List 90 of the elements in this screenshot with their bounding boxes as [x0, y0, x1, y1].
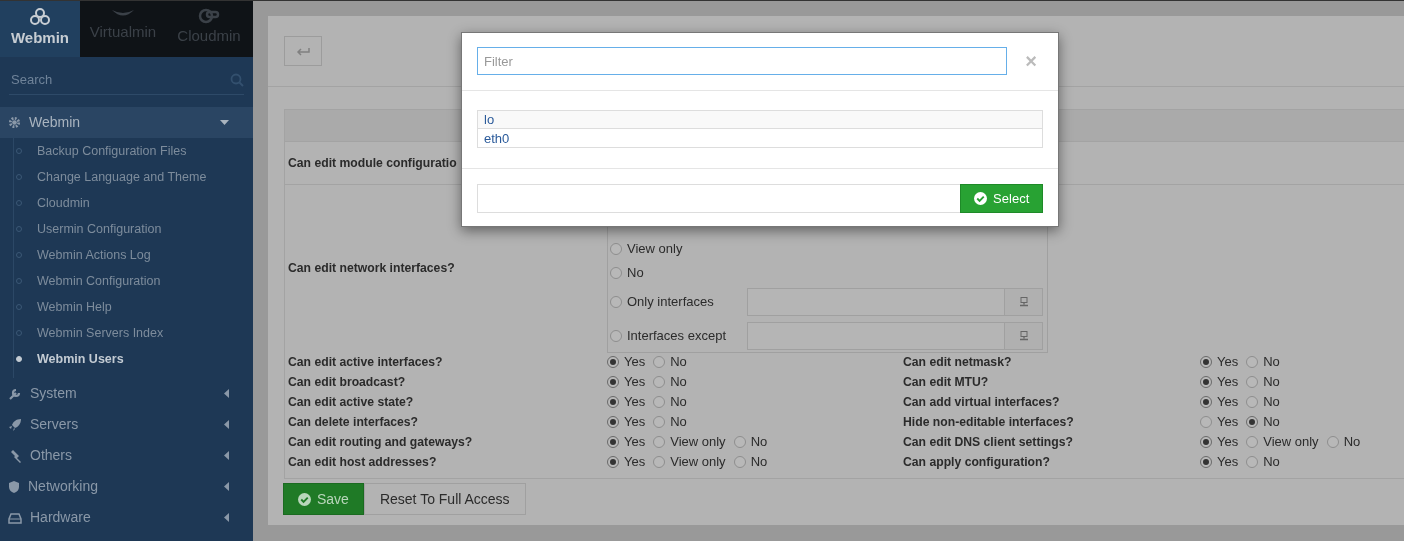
sidebar-category[interactable]: Servers [0, 409, 253, 440]
check-circle-icon [298, 492, 311, 506]
radio-option[interactable]: View only [653, 452, 726, 472]
drive-icon [8, 511, 22, 524]
radio-option[interactable]: No [1246, 392, 1280, 412]
field-label: Can edit netmask? [902, 355, 1012, 370]
field-label: Can delete interfaces? [287, 415, 419, 430]
field-label: Can edit active interfaces? [287, 355, 443, 370]
list-item[interactable]: lo [477, 110, 1043, 129]
save-button[interactable]: Save [283, 483, 364, 515]
radio-option[interactable]: View only [1246, 432, 1319, 452]
radio-option[interactable]: Yes [607, 412, 646, 432]
field-label: Can edit MTU? [902, 375, 989, 390]
filter-field[interactable]: Filter [477, 47, 1008, 75]
sidebar-category[interactable]: Hardware [0, 502, 253, 533]
caret-left-icon [224, 389, 229, 398]
wrench-icon [8, 386, 22, 401]
radio-option[interactable]: Interfaces except [610, 326, 739, 346]
sidebar-item[interactable]: Webmin Help [0, 294, 253, 320]
reset-button[interactable]: Reset To Full Access [363, 483, 526, 515]
network-icon [1018, 297, 1029, 307]
sidebar-item[interactable]: Cloudmin [0, 190, 253, 216]
back-arrow-icon [296, 47, 310, 58]
sidebar-item[interactable]: Usermin Configuration [0, 216, 253, 242]
interface-picker[interactable] [747, 288, 1043, 316]
radio-option[interactable]: No [733, 452, 768, 472]
gear-icon [8, 116, 21, 129]
caret-left-icon [224, 451, 229, 460]
field-label: Can edit network interfaces? [287, 260, 456, 278]
field-label: Can apply configuration? [902, 455, 1050, 470]
radio-option[interactable]: Only interfaces [610, 292, 739, 312]
sidebar-item[interactable]: Webmin Users [0, 346, 253, 372]
radio-option[interactable]: Yes [1200, 412, 1239, 432]
sidebar-category[interactable]: Others [0, 440, 253, 471]
radio-option[interactable]: No [1246, 412, 1280, 432]
list-item[interactable]: eth0 [477, 129, 1043, 148]
radio-option[interactable]: No [1246, 352, 1280, 372]
interface-picker[interactable] [747, 322, 1043, 350]
sidebar-category[interactable]: System [0, 378, 253, 409]
sidebar-item[interactable]: Webmin Actions Log [0, 242, 253, 268]
radio-option[interactable]: No [1246, 452, 1280, 472]
field-label: Can add virtual interfaces? [902, 395, 1060, 410]
radio-option[interactable]: No [653, 352, 687, 372]
search-icon [230, 72, 244, 87]
network-icon [1018, 331, 1029, 341]
radio-option[interactable]: Yes [607, 392, 646, 412]
logo-icon [197, 7, 221, 25]
radio-option[interactable]: Yes [1200, 452, 1239, 472]
radio-option[interactable]: Yes [1200, 372, 1239, 392]
sidebar-item[interactable]: Webmin Configuration [0, 268, 253, 294]
caret-left-icon [224, 420, 229, 429]
shield-icon [8, 479, 20, 494]
search-field[interactable]: Search [9, 68, 230, 91]
radio-option[interactable]: Yes [607, 432, 646, 452]
radio-option[interactable]: No [1326, 432, 1361, 452]
radio-option[interactable]: Yes [1200, 432, 1239, 452]
back-button[interactable] [284, 36, 322, 66]
radio-option[interactable]: View only [610, 239, 739, 259]
selection-field[interactable] [477, 184, 961, 213]
sidebar-item[interactable]: Change Language and Theme [0, 164, 253, 190]
sidebar-category[interactable]: Networking [0, 471, 253, 502]
radio-option[interactable]: No [653, 392, 687, 412]
radio-option[interactable]: Yes [1200, 392, 1239, 412]
caret-left-icon [224, 513, 229, 522]
caret-left-icon [224, 482, 229, 491]
field-label: Can edit active state? [287, 395, 414, 410]
field-label: Can edit routing and gateways? [287, 435, 473, 450]
check-circle-icon [974, 192, 988, 205]
radio-option[interactable]: Yes [607, 352, 646, 372]
radio-option[interactable]: No [653, 412, 687, 432]
logo-icon [29, 7, 51, 27]
field-label: Can edit host addresses? [287, 455, 437, 470]
radio-option[interactable]: Yes [607, 452, 646, 472]
radio-option[interactable]: View only [653, 432, 726, 452]
radio-option[interactable]: Yes [607, 372, 646, 392]
field-label: Can edit module configuratio [288, 154, 457, 172]
rocket-icon [8, 417, 22, 432]
radio-option[interactable]: Yes [1200, 352, 1239, 372]
field-label: Hide non-editable interfaces? [902, 415, 1074, 430]
radio-option[interactable]: No [610, 263, 739, 283]
radio-option[interactable]: No [733, 432, 768, 452]
product-tab[interactable]: Webmin [0, 1, 80, 57]
sidebar-item[interactable]: Webmin Servers Index [0, 320, 253, 346]
caret-down-icon [220, 120, 229, 125]
sidebar-item[interactable]: Backup Configuration Files [0, 138, 253, 164]
radio-option[interactable]: No [1246, 372, 1280, 392]
radio-option[interactable]: No [653, 372, 687, 392]
field-label: Can edit broadcast? [287, 375, 406, 390]
field-label: Can edit DNS client settings? [902, 435, 1073, 450]
sidebar-category[interactable]: Webmin [0, 107, 253, 138]
